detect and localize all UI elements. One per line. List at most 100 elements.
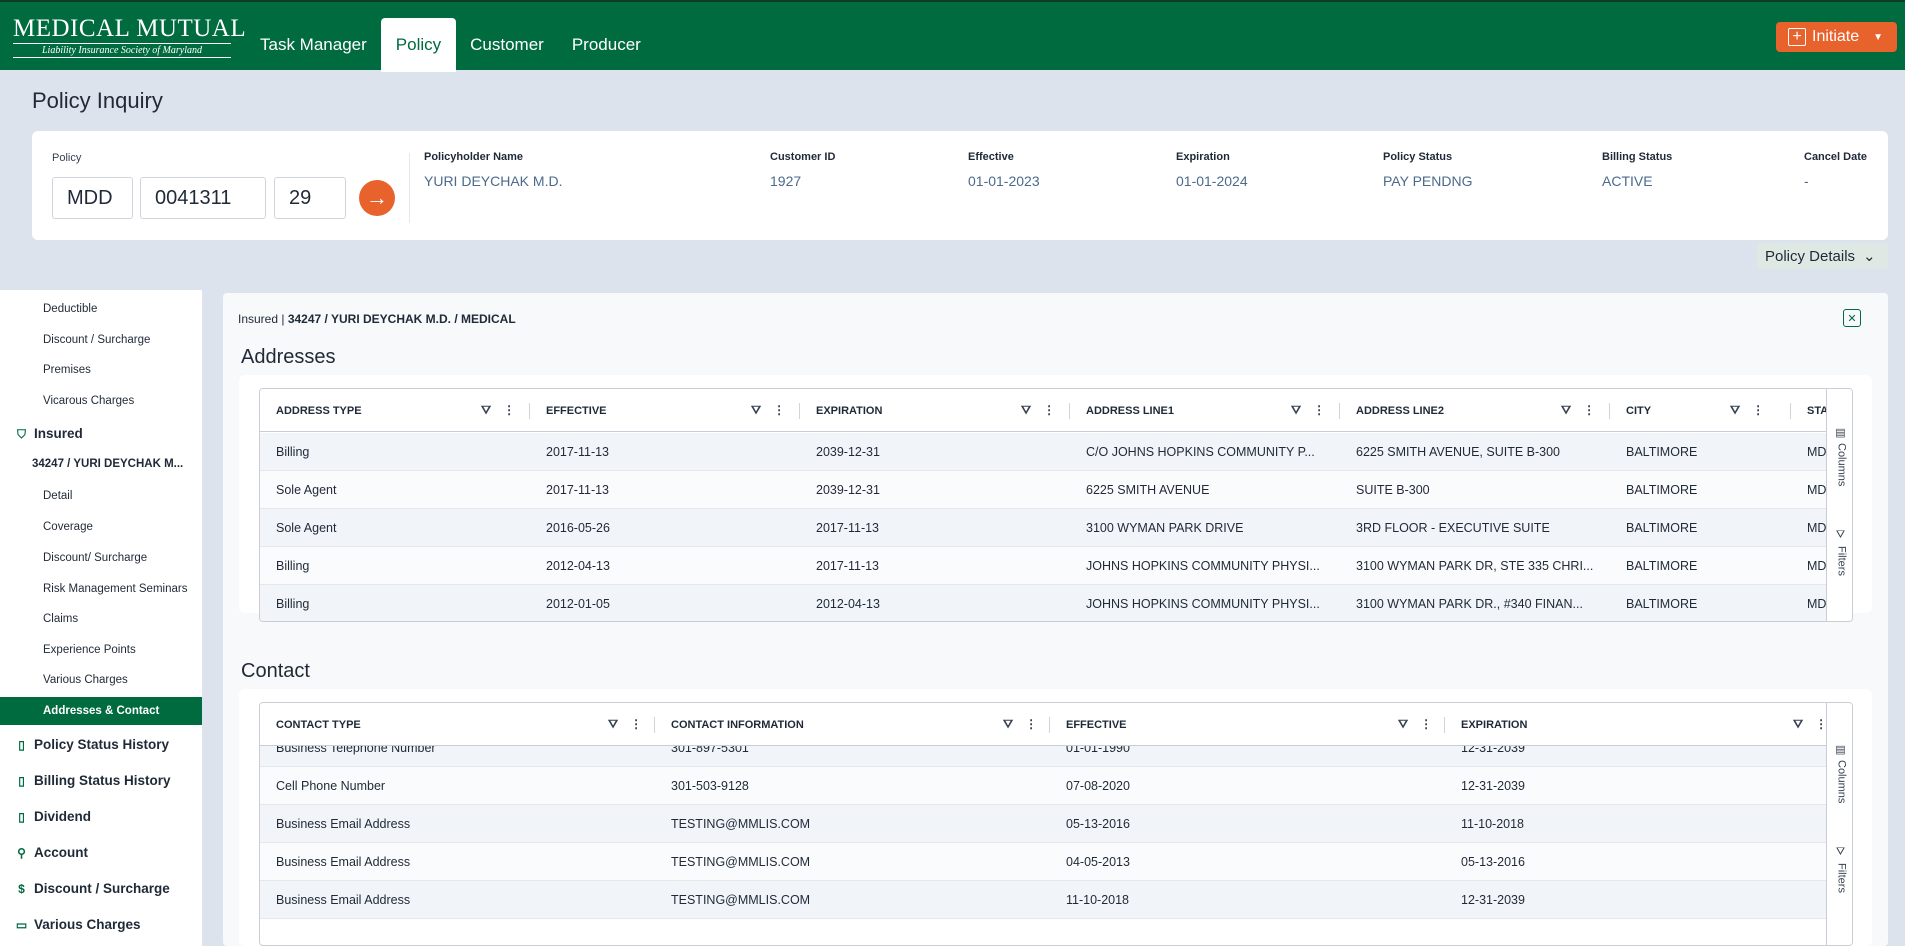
close-panel-button[interactable]: ✕ [1843,309,1861,327]
filter-icon[interactable]: ⛛ [1021,403,1031,418]
cancel-date-value: - [1804,173,1809,189]
tab-policy[interactable]: Policy [380,18,457,72]
initiate-label: Initiate [1812,28,1860,45]
sidebar-item-insured-record[interactable]: 34247 / YURI DEYCHAK M... [0,453,202,475]
more-vertical-icon[interactable]: ⋮ [1752,403,1764,418]
table-row[interactable]: Cell Phone Number 301-503-9128 07-08-202… [260,767,1826,805]
tab-producer[interactable]: Producer [558,18,655,72]
search-policy-button[interactable]: → [359,180,395,216]
more-vertical-icon[interactable]: ⋮ [1583,403,1595,418]
column-header-address-type[interactable]: ADDRESS TYPE ⛛ ⋮ [260,389,530,432]
sidebar-item-vicarous-charges[interactable]: Vicarous Charges [0,390,202,412]
cell-contact-type: Business Email Address [276,893,411,907]
sidebar-item-coverage[interactable]: Coverage [0,516,202,538]
sidebar-item-dividend[interactable]: ▯ Dividend [0,804,202,830]
cell-state: MD [1807,559,1826,573]
sidebar-item-claims[interactable]: Claims [0,608,202,630]
table-row[interactable]: Business Email Address TESTING@MMLIS.COM… [260,843,1826,881]
column-header-label: ADDRESS LINE1 [1086,404,1175,417]
column-header-actions: ⛛ ⋮ [1561,403,1595,418]
page-title: Policy Inquiry [32,88,163,113]
column-header-contact-information[interactable]: CONTACT INFORMATION ⛛ ⋮ [655,703,1050,746]
table-row[interactable]: Billing 2017-11-13 2039-12-31 C/O JOHNS … [260,433,1826,471]
column-header-label: ADDRESS TYPE [276,404,362,417]
sidebar-item-discount-surcharge-insured[interactable]: Discount/ Surcharge [0,547,202,569]
more-vertical-icon[interactable]: ⋮ [630,717,642,732]
table-row[interactable]: Business Email Address TESTING@MMLIS.COM… [260,881,1826,919]
policy-details-toggle[interactable]: Policy Details ⌄ [1757,243,1888,269]
filters-tool-button[interactable]: ⛛ Filters [1827,529,1852,576]
sidebar-item-billing-status-history[interactable]: ▯ Billing Status History [0,768,202,794]
column-header-effective[interactable]: EFFECTIVE ⛛ ⋮ [530,389,800,432]
contact-title: Contact [241,660,310,682]
column-header-label: STATE [1807,404,1826,417]
column-header-label: EXPIRATION [1461,718,1528,731]
table-row[interactable]: Billing 2012-04-13 2017-11-13 JOHNS HOPK… [260,547,1826,585]
sidebar-item-addresses-contact[interactable]: Addresses & Contact [0,697,202,725]
table-row[interactable]: Sole Agent 2017-11-13 2039-12-31 6225 SM… [260,471,1826,509]
more-vertical-icon[interactable]: ⋮ [1043,403,1055,418]
sidebar-item-discount-surcharge-account[interactable]: $ Discount / Surcharge [0,876,202,902]
cell-effective: 11-10-2018 [1066,893,1130,907]
sidebar-item-policy-status-history[interactable]: ▯ Policy Status History [0,732,202,758]
tab-task-manager[interactable]: Task Manager [246,18,381,72]
sidebar-item-label: Various Charges [34,917,141,932]
sidebar-item-account[interactable]: ⚲ Account [0,840,202,866]
column-header-address-line1[interactable]: ADDRESS LINE1 ⛛ ⋮ [1070,389,1340,432]
sidebar-item-insured[interactable]: ⛉ Insured [0,421,202,447]
table-row[interactable]: Business Email Address TESTING@MMLIS.COM… [260,805,1826,843]
column-header-contact-type[interactable]: CONTACT TYPE ⛛ ⋮ [260,703,655,746]
cell-address-line2: 6225 SMITH AVENUE, SUITE B-300 [1356,445,1561,459]
sidebar-item-risk-management-seminars[interactable]: Risk Management Seminars [0,578,202,600]
sidebar-item-various-charges[interactable]: ▭ Various Charges [0,912,202,938]
column-header-city[interactable]: CITY ⛛ ⋮ [1610,389,1791,432]
filter-icon[interactable]: ⛛ [481,403,491,418]
table-row[interactable]: Sole Agent 2016-05-26 2017-11-13 3100 WY… [260,509,1826,547]
sidebar-item-detail[interactable]: Detail [0,485,202,507]
sidebar-item-discount-surcharge[interactable]: Discount / Surcharge [0,329,202,351]
cell-city: BALTIMORE [1626,521,1698,535]
column-header-address-line2[interactable]: ADDRESS LINE2 ⛛ ⋮ [1340,389,1610,432]
columns-tool-button[interactable]: ▤ Columns [1827,743,1852,803]
effective-value: 01-01-2023 [968,173,1040,189]
sidebar-item-premises[interactable]: Premises [0,359,202,381]
sidebar-item-label: Policy Status History [34,737,170,752]
policy-status-label: Policy Status [1383,151,1453,163]
filter-icon[interactable]: ⛛ [1398,717,1408,732]
sidebar-item-experience-points[interactable]: Experience Points [0,639,202,661]
cancel-date-label: Cancel Date [1804,151,1867,163]
more-vertical-icon[interactable]: ⋮ [503,403,515,418]
table-row[interactable]: Billing 2012-01-05 2012-04-13 JOHNS HOPK… [260,585,1826,621]
policy-status-value: PAY PENDNG [1383,173,1473,189]
column-header-state[interactable]: STATE [1791,389,1826,432]
tab-customer[interactable]: Customer [456,18,558,72]
more-vertical-icon[interactable]: ⋮ [1420,717,1432,732]
cell-effective: 07-08-2020 [1066,779,1130,793]
policy-label: Policy [52,152,82,164]
filter-icon[interactable]: ⛛ [1730,403,1740,418]
filter-icon[interactable]: ⛛ [1793,717,1803,732]
policy-suffix-input[interactable]: 29 [274,177,346,219]
more-vertical-icon[interactable]: ⋮ [773,403,785,418]
column-header-contact-expiration[interactable]: EXPIRATION ⛛ ⋮ [1445,703,1827,746]
medical-mutual-logo[interactable]: MEDICAL MUTUAL Liability Insurance Socie… [13,16,246,58]
filter-icon[interactable]: ⛛ [1561,403,1571,418]
policyholder-name-label: Policyholder Name [424,151,524,163]
filter-icon: ⛛ [1835,529,1846,541]
column-header-contact-effective[interactable]: EFFECTIVE ⛛ ⋮ [1050,703,1445,746]
policy-number-input[interactable]: 0041311 [140,177,266,219]
contact-grid-side-tools: ▤ Columns ⛛ Filters [1826,703,1852,945]
columns-tool-button[interactable]: ▤ Columns [1827,426,1852,486]
filters-tool-button[interactable]: ⛛ Filters [1827,846,1852,893]
column-header-expiration[interactable]: EXPIRATION ⛛ ⋮ [800,389,1070,432]
filter-icon[interactable]: ⛛ [1291,403,1301,418]
more-vertical-icon[interactable]: ⋮ [1313,403,1325,418]
sidebar-item-various-charges-insured[interactable]: Various Charges [0,669,202,691]
initiate-button[interactable]: + Initiate ▼ [1776,22,1897,52]
sidebar-item-deductible[interactable]: Deductible [0,298,202,320]
filter-icon[interactable]: ⛛ [1003,717,1013,732]
filter-icon[interactable]: ⛛ [751,403,761,418]
filter-icon[interactable]: ⛛ [608,717,618,732]
more-vertical-icon[interactable]: ⋮ [1025,717,1037,732]
policy-prefix-input[interactable]: MDD [52,177,133,219]
